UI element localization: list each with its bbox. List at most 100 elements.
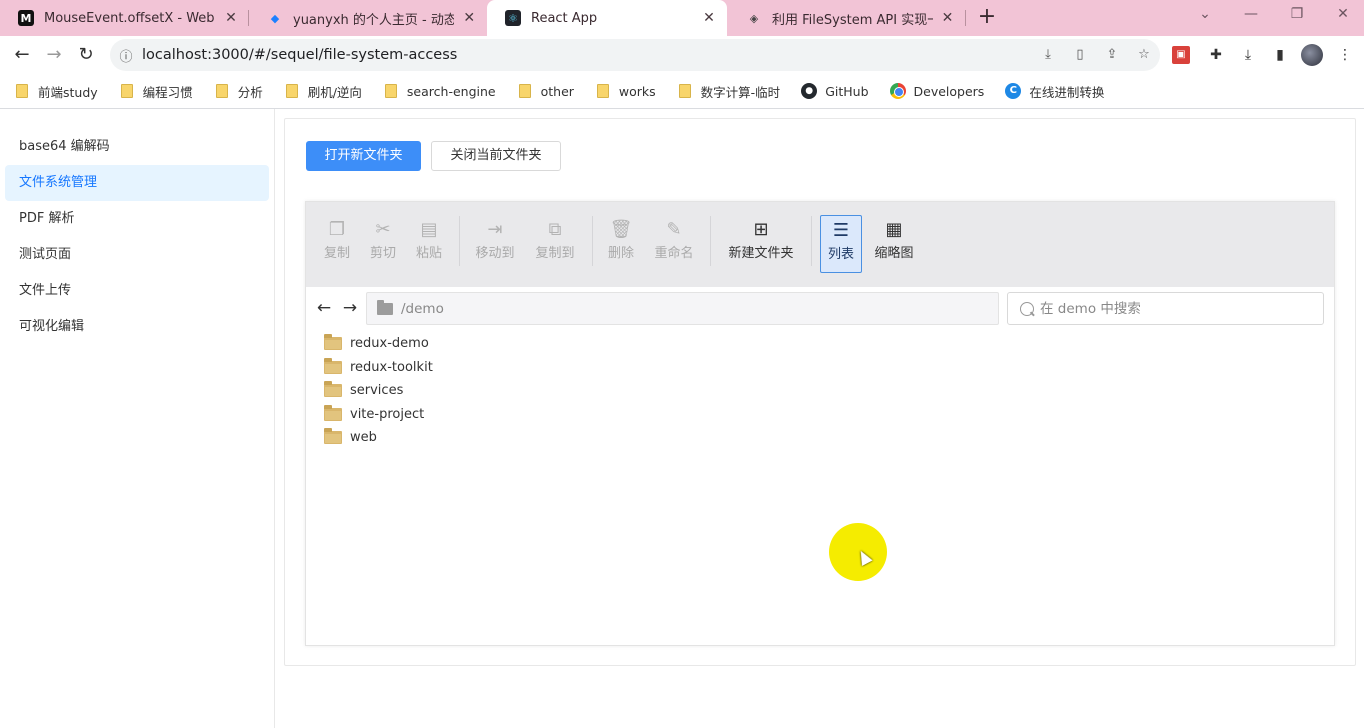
sidebar-item-file-upload[interactable]: 文件上传 [5,273,269,309]
path-row: ← → /demo [306,292,1334,326]
new-folder-button[interactable]: ⊞ 新建文件夹 [722,215,800,275]
search-box[interactable] [1007,292,1324,325]
trash-icon: 🗑 [609,219,633,240]
install-app-icon[interactable]: ⤓ [1038,45,1058,65]
bookmarks-bar: 前端study 编程习惯 分析 刷机/逆向 search-engine othe… [0,76,1364,106]
address-bar[interactable]: ⓘ localhost:3000/#/sequel/file-system-ac… [110,39,1160,71]
extensions-puzzle-icon[interactable]: ✚ [1205,44,1227,66]
grid-view-icon: ▦ [885,219,903,240]
list-item[interactable]: vite-project [324,403,924,427]
bookmark-folder[interactable]: other [513,84,574,99]
tab-title: yuanyxh 的个人主页 - 动态 - 掘 [293,12,455,28]
menu-dots-icon[interactable]: ⋮ [1334,44,1356,66]
bookmark-star-icon[interactable]: ☆ [1134,45,1154,65]
path-field[interactable]: /demo [366,292,999,325]
delete-button[interactable]: 🗑 删除 [602,215,640,275]
bookmark-folder[interactable]: 前端study [10,82,98,101]
bookmark-folder[interactable]: 刷机/逆向 [280,82,362,101]
list-item[interactable]: web [324,426,924,450]
site-info-icon[interactable]: ⓘ [110,46,142,65]
profile-avatar[interactable] [1301,44,1323,66]
sidebar-item-base64[interactable]: base64 编解码 [5,129,269,165]
toolbar-separator [811,216,812,266]
bookmark-github[interactable]: ● GitHub [797,83,869,99]
folder-icon [384,84,397,98]
folder-icon [518,84,531,98]
close-window-icon[interactable]: ✕ [1320,0,1364,30]
copy-to-button[interactable]: ⧉ 复制到 [530,215,580,275]
sidebar-item-file-system[interactable]: 文件系统管理 [5,165,269,201]
folder-icon [16,84,28,98]
scissors-icon: ✂ [375,219,391,240]
thumbnail-view-button[interactable]: ▦ 缩略图 [870,215,918,275]
tab-filesystem-article[interactable]: ◈ 利用 FileSystem API 实现一个 w ✕ [728,0,964,36]
folder-icon [324,428,342,445]
cut-button[interactable]: ✂ 剪切 [364,215,402,275]
browser-tab-strip: M MouseEvent.offsetX - Web API ✕ ◆ yuany… [0,0,1364,36]
bookmark-folder[interactable]: search-engine [379,84,496,99]
react-icon: ⚛ [505,10,521,26]
back-icon[interactable]: ← [10,43,34,67]
back-arrow-icon[interactable]: ← [314,298,334,318]
close-icon[interactable]: ✕ [941,10,954,26]
side-panel-icon[interactable]: ▮ [1269,44,1291,66]
bookmark-folder[interactable]: 分析 [210,82,263,101]
bookmark-folder[interactable]: works [591,84,656,99]
rename-button[interactable]: ✎ 重命名 [650,215,698,275]
open-folder-button[interactable]: 打开新文件夹 [306,141,421,171]
new-folder-icon: ⊞ [753,219,769,240]
move-to-button[interactable]: ⇥ 移动到 [470,215,520,275]
file-manager-toolbar: ❐ 复制 ✂ 剪切 ▤ 粘贴 ⇥ 移动到 ⧉ 复制到 🗑 删除 ✎ 重命名 ⊞ … [306,202,1334,287]
current-path: /demo [401,300,444,317]
download-icon[interactable]: ⤓ [1237,44,1259,66]
close-folder-button[interactable]: 关闭当前文件夹 [431,141,561,171]
tab-title: React App [531,10,598,26]
tab-juejin[interactable]: ◆ yuanyxh 的个人主页 - 动态 - 掘 ✕ [249,0,486,36]
close-icon[interactable]: ✕ [224,10,238,26]
git-icon: ◈ [749,11,759,25]
search-input[interactable] [1040,300,1300,317]
toolbar-separator [592,216,593,266]
chrome-icon [889,83,906,99]
close-icon[interactable]: ✕ [701,10,717,26]
folder-icon [120,84,133,98]
folder-icon [324,357,342,374]
folder-icon [285,84,298,98]
url-text: localhost:3000/#/sequel/file-system-acce… [142,47,458,63]
paste-button[interactable]: ▤ 粘贴 [410,215,448,275]
forward-icon[interactable]: → [42,43,66,67]
list-item[interactable]: redux-toolkit [324,356,924,380]
bookmark-developers[interactable]: Developers [886,83,984,99]
close-icon[interactable]: ✕ [462,10,476,26]
list-item[interactable]: services [324,379,924,403]
bookmark-base-converter[interactable]: C 在线进制转换 [1001,82,1104,101]
file-manager: ❐ 复制 ✂ 剪切 ▤ 粘贴 ⇥ 移动到 ⧉ 复制到 🗑 删除 ✎ 重命名 ⊞ … [305,201,1335,646]
extension-icon[interactable]: ▣ [1172,46,1190,64]
sidebar-item-pdf[interactable]: PDF 解析 [5,201,269,237]
minimize-icon[interactable]: — [1228,0,1274,30]
mdn-icon: M [18,10,34,26]
restore-icon[interactable]: ❐ [1274,0,1320,30]
bookmark-folder[interactable]: 数字计算-临时 [673,82,780,101]
share-icon[interactable]: ⇪ [1102,45,1122,65]
copy-button[interactable]: ❐ 复制 [318,215,356,275]
tab-mdn[interactable]: M MouseEvent.offsetX - Web API ✕ [0,0,248,36]
paste-icon: ▤ [420,219,438,240]
tab-search-icon[interactable]: ⌄ [1182,0,1228,30]
list-item[interactable]: redux-demo [324,332,924,356]
copy-to-icon: ⧉ [548,219,562,240]
browser-toolbar: ← → ↻ ⓘ localhost:3000/#/sequel/file-sys… [0,36,1364,74]
new-tab-button[interactable]: + [976,4,998,32]
toolbar-separator [710,216,711,266]
list-view-button[interactable]: ☰ 列表 [820,215,862,273]
sidebar-item-visual-editor[interactable]: 可视化编辑 [5,309,269,345]
c-logo-icon: C [1005,83,1022,99]
reload-icon[interactable]: ↻ [74,43,98,67]
forward-arrow-icon[interactable]: → [340,298,360,318]
bookmark-folder[interactable]: 编程习惯 [115,82,193,101]
sidebar-item-test-page[interactable]: 测试页面 [5,237,269,273]
folder-icon [324,334,342,351]
tab-react-app[interactable]: ⚛ React App ✕ [487,0,727,36]
tab-title: MouseEvent.offsetX - Web API [44,10,216,26]
save-page-icon[interactable]: ▯ [1070,45,1090,65]
